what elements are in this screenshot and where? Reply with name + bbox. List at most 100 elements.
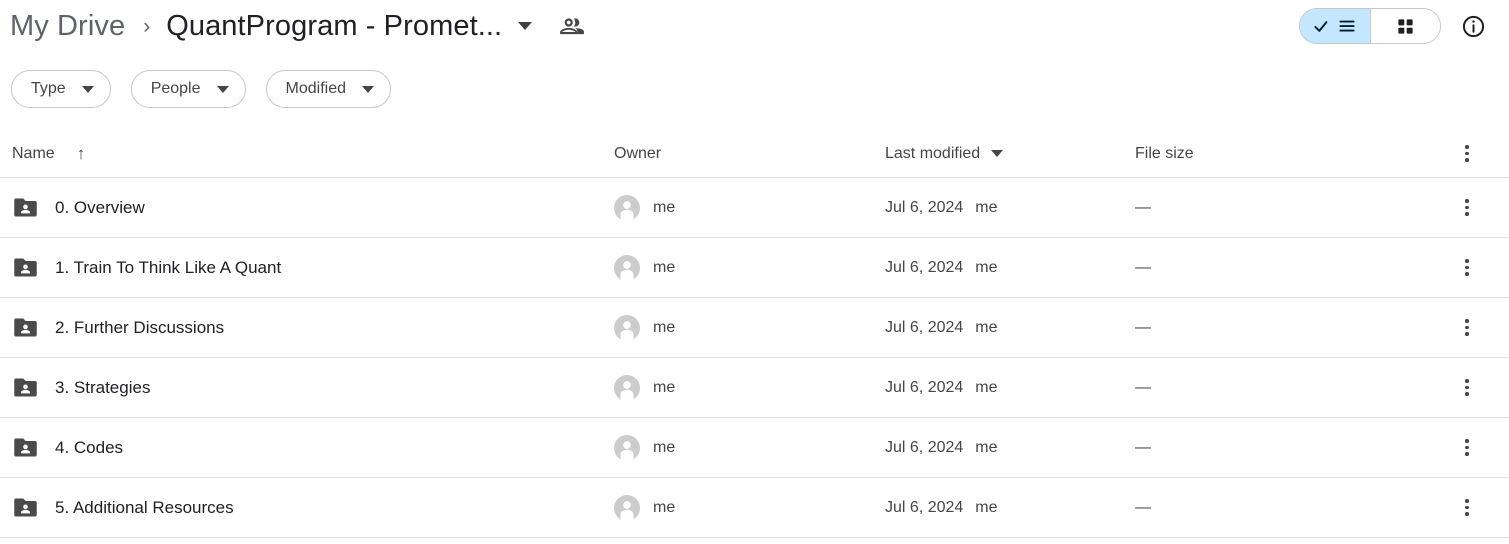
row-modified-date: Jul 6, 2024 <box>885 318 964 336</box>
row-file-size-cell: — <box>1135 199 1455 217</box>
row-owner-cell: me <box>614 194 885 221</box>
row-owner-cell: me <box>614 374 885 401</box>
more-vertical-icon[interactable] <box>1455 436 1479 460</box>
file-list-table: Name ↑ Owner Last modified File size 0. … <box>0 130 1509 538</box>
people-shared-icon[interactable] <box>559 13 585 39</box>
row-owner-label: me <box>653 198 676 216</box>
breadcrumb-separator: › <box>143 14 151 38</box>
row-name-label: 3. Strategies <box>55 377 151 397</box>
column-header-name-label: Name <box>12 144 55 162</box>
row-owner-label: me <box>653 318 676 336</box>
person-avatar-icon <box>614 254 640 281</box>
table-row[interactable]: 4. Codes me Jul 6, 2024 me — <box>0 418 1509 478</box>
more-vertical-icon[interactable] <box>1455 316 1479 340</box>
row-options-cell[interactable] <box>1455 256 1509 280</box>
column-header-name[interactable]: Name ↑ <box>12 145 614 163</box>
row-last-modified-cell: Jul 6, 2024 me <box>885 499 1135 517</box>
row-owner-cell: me <box>614 434 885 461</box>
row-owner-cell: me <box>614 254 885 281</box>
table-row[interactable]: 0. Overview me Jul 6, 2024 me — <box>0 178 1509 238</box>
row-name-label: 4. Codes <box>55 437 124 457</box>
more-vertical-icon[interactable] <box>1455 142 1479 166</box>
table-row[interactable]: 2. Further Discussions me Jul 6, 2024 me … <box>0 298 1509 358</box>
view-mode-toggle[interactable] <box>1299 8 1441 44</box>
column-header-owner-label: Owner <box>614 144 662 162</box>
more-vertical-icon[interactable] <box>1455 196 1479 220</box>
more-vertical-icon[interactable] <box>1455 256 1479 280</box>
row-options-cell[interactable] <box>1455 316 1509 340</box>
row-file-size-label: — <box>1135 438 1151 456</box>
filter-chip-people[interactable]: People <box>130 70 246 108</box>
row-options-cell[interactable] <box>1455 376 1509 400</box>
list-view-button[interactable] <box>1300 9 1370 43</box>
row-name-label: 1. Train To Think Like A Quant <box>55 257 282 277</box>
more-vertical-icon[interactable] <box>1455 496 1479 520</box>
breadcrumb-current-folder[interactable]: QuantProgram - Promet... <box>166 10 502 43</box>
shared-folder-icon <box>12 254 39 281</box>
row-file-size-label: — <box>1135 198 1151 216</box>
chevron-down-icon <box>991 150 1004 157</box>
filter-chip-modified-label: Modified <box>285 80 346 97</box>
table-row[interactable]: 1. Train To Think Like A Quant me Jul 6,… <box>0 238 1509 298</box>
row-name-cell[interactable]: 1. Train To Think Like A Quant <box>12 254 614 281</box>
row-options-cell[interactable] <box>1455 196 1509 220</box>
row-file-size-label: — <box>1135 258 1151 276</box>
table-row[interactable]: 5. Additional Resources me Jul 6, 2024 me… <box>0 478 1509 538</box>
row-modified-by: me <box>975 498 998 516</box>
row-modified-by: me <box>975 318 998 336</box>
info-circle-icon[interactable] <box>1455 8 1491 44</box>
row-name-cell[interactable]: 3. Strategies <box>12 374 614 401</box>
more-vertical-icon[interactable] <box>1455 376 1479 400</box>
row-last-modified-cell: Jul 6, 2024 me <box>885 259 1135 277</box>
table-header-row: Name ↑ Owner Last modified File size <box>0 130 1509 178</box>
person-avatar-icon <box>614 374 640 401</box>
row-name-cell[interactable]: 2. Further Discussions <box>12 314 614 341</box>
column-header-file-size[interactable]: File size <box>1135 145 1455 163</box>
filter-chip-bar: Type People Modified <box>11 70 391 108</box>
filter-chip-modified[interactable]: Modified <box>265 70 391 108</box>
row-modified-date: Jul 6, 2024 <box>885 378 964 396</box>
chevron-down-icon <box>81 85 94 93</box>
row-file-size-cell: — <box>1135 259 1455 277</box>
row-file-size-cell: — <box>1135 439 1455 457</box>
row-options-cell[interactable] <box>1455 436 1509 460</box>
row-name-cell[interactable]: 0. Overview <box>12 194 614 221</box>
chevron-down-icon <box>216 85 229 93</box>
row-last-modified-cell: Jul 6, 2024 me <box>885 439 1135 457</box>
row-last-modified-cell: Jul 6, 2024 me <box>885 379 1135 397</box>
column-header-file-size-label: File size <box>1135 144 1194 162</box>
row-name-label: 0. Overview <box>55 197 145 217</box>
row-file-size-cell: — <box>1135 499 1455 517</box>
shared-folder-icon <box>12 194 39 221</box>
table-body: 0. Overview me Jul 6, 2024 me — 1. Train… <box>0 178 1509 538</box>
filter-chip-people-label: People <box>150 80 201 97</box>
shared-folder-icon <box>12 494 39 521</box>
row-options-cell[interactable] <box>1455 496 1509 520</box>
breadcrumb-my-drive[interactable]: My Drive <box>10 10 125 43</box>
row-file-size-label: — <box>1135 318 1151 336</box>
person-avatar-icon <box>614 194 640 221</box>
row-owner-cell: me <box>614 494 885 521</box>
chevron-down-icon[interactable] <box>518 22 533 30</box>
person-avatar-icon <box>614 314 640 341</box>
row-last-modified-cell: Jul 6, 2024 me <box>885 319 1135 337</box>
row-modified-by: me <box>975 438 998 456</box>
row-name-cell[interactable]: 4. Codes <box>12 434 614 461</box>
shared-folder-icon <box>12 434 39 461</box>
table-options-button[interactable] <box>1455 142 1509 166</box>
row-name-cell[interactable]: 5. Additional Resources <box>12 494 614 521</box>
row-modified-date: Jul 6, 2024 <box>885 198 964 216</box>
chevron-down-icon <box>362 85 374 93</box>
table-row[interactable]: 3. Strategies me Jul 6, 2024 me — <box>0 358 1509 418</box>
filter-chip-type[interactable]: Type <box>11 70 111 108</box>
header-bar: My Drive › QuantProgram - Promet... <box>0 0 1509 52</box>
row-owner-label: me <box>653 378 676 396</box>
column-header-last-modified[interactable]: Last modified <box>885 145 1135 163</box>
row-modified-by: me <box>975 198 998 216</box>
row-file-size-label: — <box>1135 378 1151 396</box>
grid-view-button[interactable] <box>1370 9 1440 43</box>
column-header-owner[interactable]: Owner <box>614 145 885 163</box>
shared-folder-icon <box>12 314 39 341</box>
sort-ascending-icon: ↑ <box>76 144 86 163</box>
row-owner-label: me <box>653 498 676 516</box>
